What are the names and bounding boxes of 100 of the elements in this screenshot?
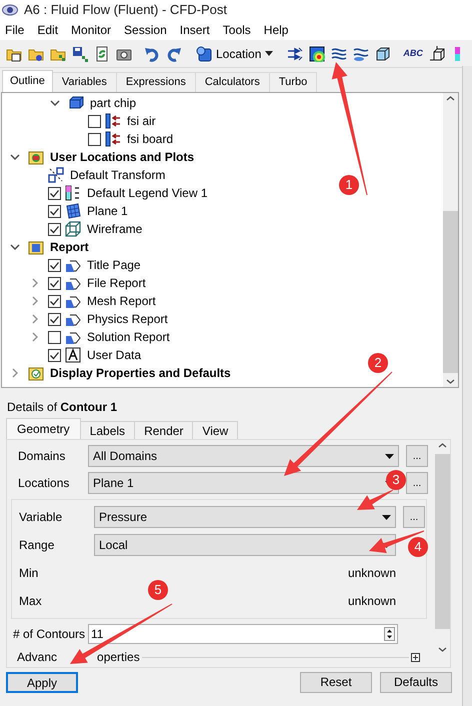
particle-track-icon[interactable] xyxy=(353,46,370,62)
menu-item[interactable]: Tools xyxy=(218,21,255,39)
tree-item[interactable]: fsi air xyxy=(127,112,156,130)
group-header: operties xyxy=(97,649,140,665)
volume-icon[interactable] xyxy=(375,46,392,62)
dropdown[interactable]: Pressure xyxy=(94,506,396,528)
collapse-chevron-icon[interactable] xyxy=(10,154,20,160)
checkbox[interactable] xyxy=(48,348,61,362)
wireframe-icon xyxy=(65,221,81,237)
ellipsis-button[interactable]: ... xyxy=(406,472,428,494)
button[interactable]: Reset xyxy=(300,672,372,692)
menu-item[interactable]: Help xyxy=(260,21,292,39)
tab[interactable]: Turbo xyxy=(270,72,318,92)
checkbox[interactable] xyxy=(48,312,61,326)
tab[interactable]: Expressions xyxy=(116,72,196,92)
ellipsis-button[interactable]: ... xyxy=(403,506,425,528)
coordinate-frame-icon[interactable] xyxy=(428,46,445,62)
collapse-chevron-icon[interactable] xyxy=(50,100,60,106)
tree-item[interactable]: Default Legend View 1 xyxy=(87,184,208,202)
details-title: Details of Contour 1 xyxy=(6,399,118,414)
checkbox[interactable] xyxy=(48,186,61,200)
tree-item[interactable]: User Data xyxy=(87,346,142,364)
tree-item[interactable]: Plane 1 xyxy=(87,202,128,220)
expand-chevron-icon[interactable] xyxy=(12,368,18,378)
menu-item[interactable]: Monitor xyxy=(67,21,116,39)
menu-item[interactable]: Session xyxy=(120,21,171,39)
cube-icon xyxy=(68,95,84,111)
dropdown[interactable]: All Domains xyxy=(88,445,399,467)
tree-item[interactable]: Display Properties and Defaults xyxy=(50,364,231,382)
checkbox[interactable] xyxy=(88,132,101,146)
tree-item[interactable]: Solution Report xyxy=(87,328,170,346)
tree-item[interactable]: User Locations and Plots xyxy=(50,148,194,166)
spinner-arrows-icon[interactable] xyxy=(384,627,395,641)
text-tool[interactable]: ABC xyxy=(403,49,423,58)
field-label: # of Contours xyxy=(12,626,86,643)
text-icon xyxy=(65,347,81,363)
expand-chevron-icon[interactable] xyxy=(32,314,38,324)
ellipsis-button[interactable]: ... xyxy=(406,445,428,467)
field-value: unknown xyxy=(346,593,397,610)
tab[interactable]: Calculators xyxy=(196,72,270,92)
field-label: Min xyxy=(18,565,40,582)
tree-item[interactable]: File Report xyxy=(87,274,146,292)
streamline-icon[interactable] xyxy=(331,46,348,62)
field-label: Locations xyxy=(17,475,70,492)
caret-icon xyxy=(382,514,391,520)
checkbox[interactable] xyxy=(48,276,61,290)
tree-item[interactable]: Title Page xyxy=(87,256,141,274)
undo-icon[interactable] xyxy=(144,46,160,62)
tree-item[interactable]: Wireframe xyxy=(87,220,142,238)
vector-icon[interactable] xyxy=(287,46,304,62)
contour-icon[interactable] xyxy=(309,46,326,62)
folder-icon xyxy=(28,149,44,165)
checkbox[interactable] xyxy=(48,222,61,236)
tree-item[interactable]: Default Transform xyxy=(70,166,166,184)
checkbox[interactable] xyxy=(48,204,61,218)
location-button[interactable]: Location xyxy=(194,42,276,64)
tree-item[interactable]: part chip xyxy=(90,94,136,112)
location-icon xyxy=(196,46,212,62)
arrow xyxy=(369,530,424,554)
field-label: Variable xyxy=(18,509,64,526)
tab[interactable]: Variables xyxy=(52,72,117,92)
button[interactable]: Apply xyxy=(6,672,78,692)
checkbox[interactable] xyxy=(48,330,61,344)
checkbox[interactable] xyxy=(48,294,61,308)
scroll-thumb[interactable] xyxy=(434,454,450,629)
expand-chevron-icon[interactable] xyxy=(32,296,38,306)
boundary-icon xyxy=(105,113,121,129)
tab[interactable]: Outline xyxy=(2,70,53,92)
refresh-icon[interactable] xyxy=(94,46,110,62)
tab[interactable]: Geometry xyxy=(6,418,81,439)
expand-chevron-icon[interactable] xyxy=(32,278,38,288)
menu-item[interactable]: File xyxy=(1,21,28,39)
tree-item[interactable]: Mesh Report xyxy=(87,292,156,310)
legend-icon xyxy=(65,185,81,201)
checkbox[interactable] xyxy=(48,258,61,272)
expand-icon[interactable] xyxy=(411,652,420,662)
menu-item[interactable]: Edit xyxy=(33,21,62,39)
caret-icon xyxy=(265,51,274,56)
redo-icon[interactable] xyxy=(166,46,182,62)
tree-item[interactable]: fsi board xyxy=(127,130,174,148)
button[interactable]: Defaults xyxy=(380,672,452,692)
collapse-chevron-icon[interactable] xyxy=(10,244,20,250)
expand-chevron-icon[interactable] xyxy=(32,332,38,342)
eye-icon xyxy=(2,4,18,16)
scrollbar[interactable] xyxy=(443,93,458,387)
caret-icon xyxy=(385,454,394,458)
field-label: Max xyxy=(18,593,43,610)
dropdown[interactable]: Local xyxy=(94,534,396,556)
number-spinner[interactable]: 11 xyxy=(88,624,398,644)
field-value: unknown xyxy=(346,565,397,582)
group-header: Advanc xyxy=(17,649,58,665)
save-icon[interactable] xyxy=(72,46,88,62)
tree-item[interactable]: Report xyxy=(50,238,89,256)
scroll-thumb[interactable] xyxy=(443,211,458,373)
arrow xyxy=(357,490,394,510)
folder-icon xyxy=(28,239,44,255)
menu-item[interactable]: Insert xyxy=(176,21,214,39)
tree-item[interactable]: Physics Report xyxy=(87,310,168,328)
checkbox[interactable] xyxy=(88,114,101,128)
folder-icon xyxy=(28,365,44,381)
